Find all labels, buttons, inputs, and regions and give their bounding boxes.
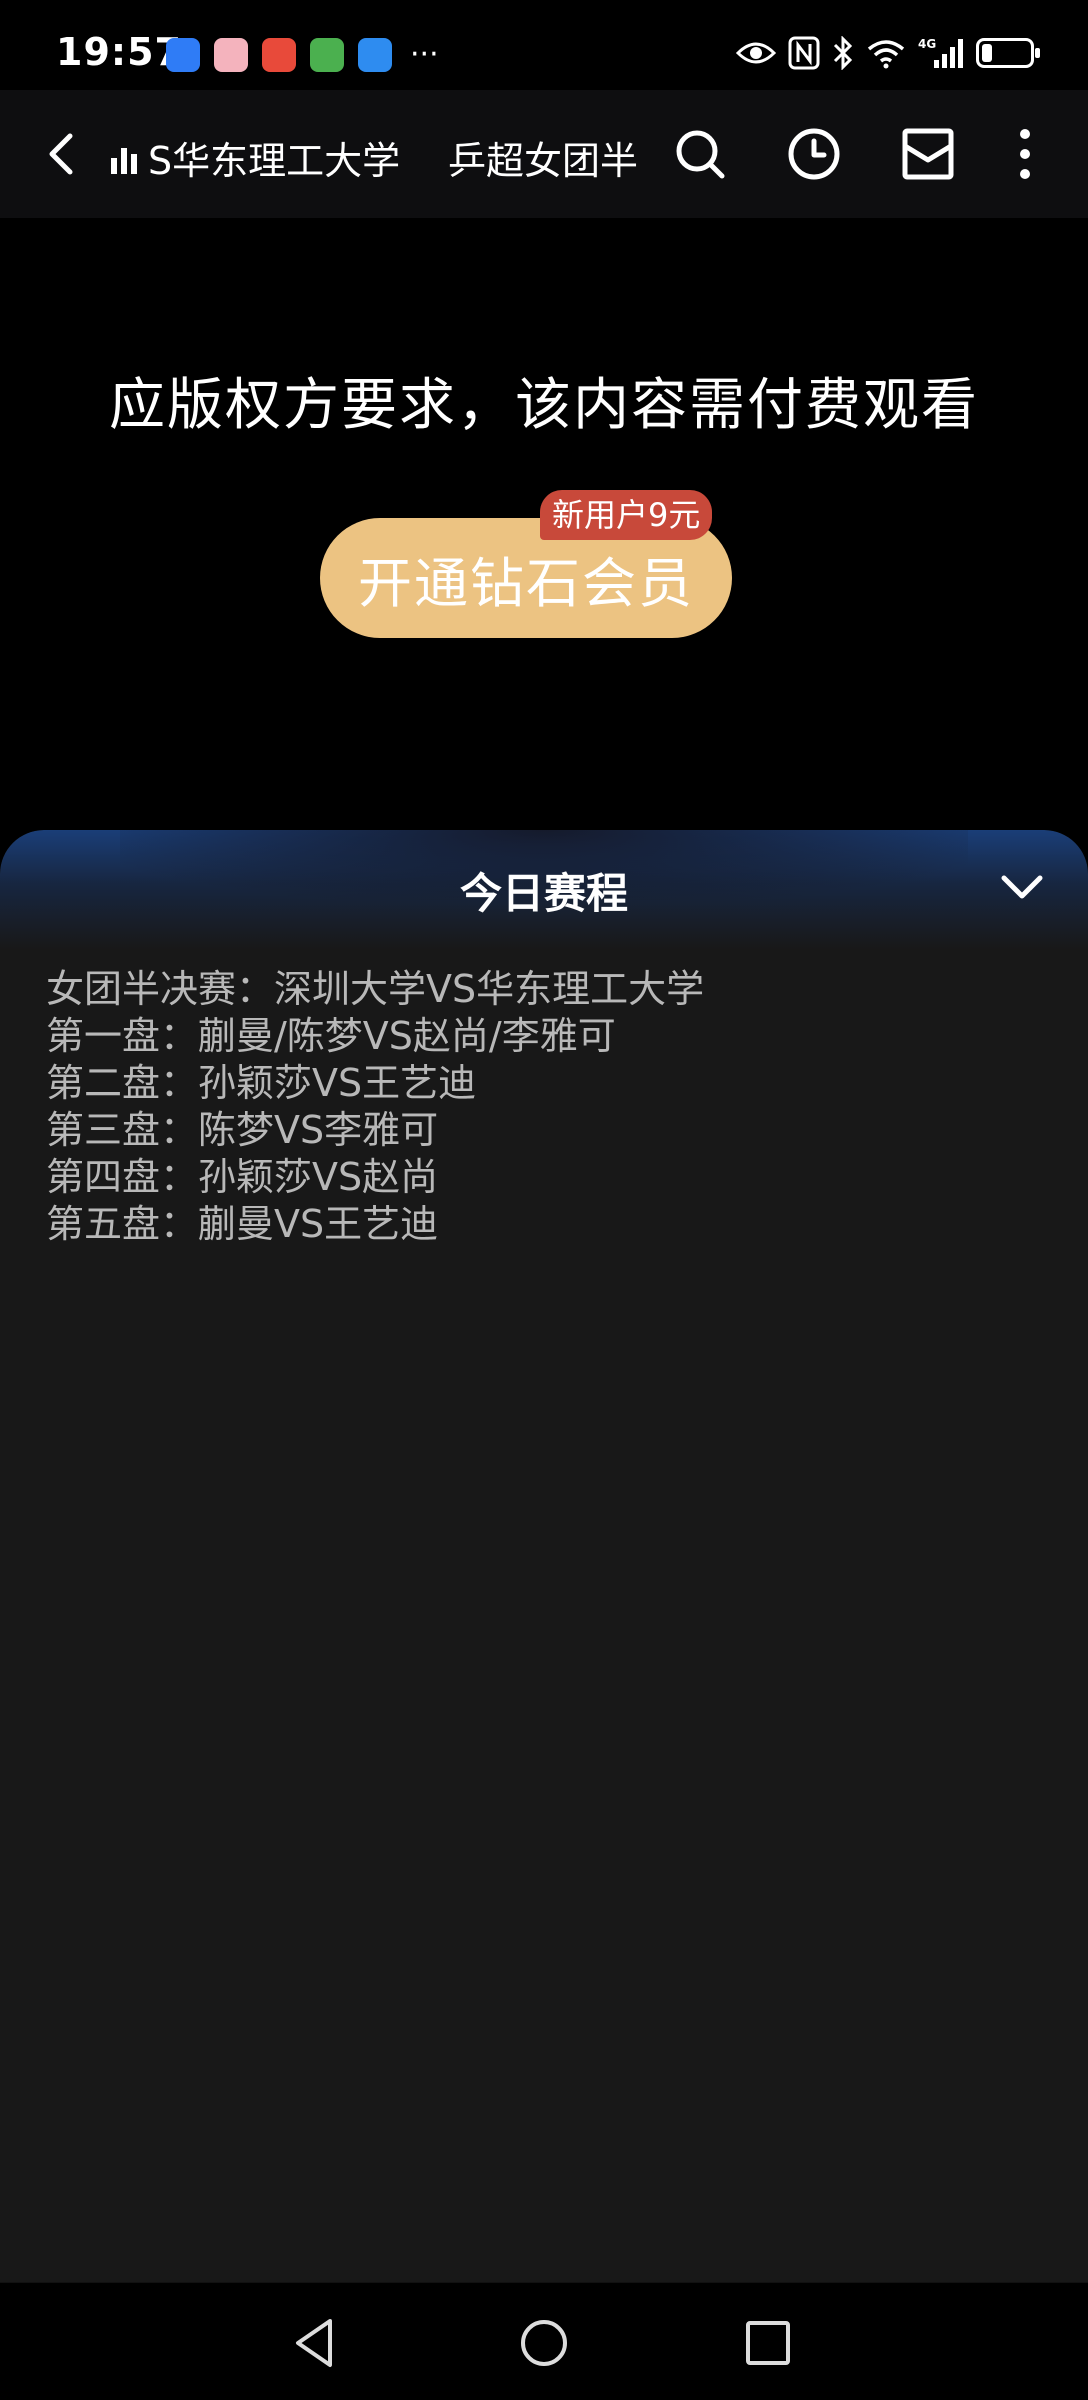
history-clock-icon[interactable] bbox=[786, 126, 842, 182]
status-time: 19:57 bbox=[56, 30, 182, 74]
nav-recents-icon[interactable] bbox=[744, 2317, 792, 2369]
new-user-promo-badge: 新用户9元 bbox=[540, 490, 713, 540]
video-player[interactable]: 应版权方要求，该内容需付费观看 开通钻石会员 新用户9元 bbox=[0, 218, 1088, 830]
schedule-item: 第一盘：蒯曼/陈梦VS赵尚/李雅可 bbox=[46, 1014, 616, 1058]
more-notifications-indicator: ··· bbox=[410, 37, 439, 72]
system-icons: 4G bbox=[736, 36, 1040, 70]
cake-app-icon bbox=[214, 38, 248, 72]
eye-icon bbox=[736, 42, 776, 64]
match-title[interactable]: 乒超女团半 bbox=[448, 130, 638, 185]
shield-app-icon bbox=[166, 38, 200, 72]
live-bars-icon bbox=[111, 148, 137, 174]
schedule-item: 第二盘：孙颖莎VS王艺迪 bbox=[46, 1061, 477, 1105]
schedule-item: 第五盘：蒯曼VS王艺迪 bbox=[46, 1202, 439, 1246]
schedule-list: 女团半决赛：深圳大学VS华东理工大学 第一盘：蒯曼/陈梦VS赵尚/李雅可 第二盘… bbox=[46, 966, 704, 1248]
network-type-label: 4G bbox=[918, 37, 936, 51]
system-nav-bar bbox=[0, 2282, 1088, 2400]
schedule-item: 第三盘：陈梦VS李雅可 bbox=[46, 1108, 439, 1152]
schedule-title: 今日赛程 bbox=[459, 869, 628, 918]
game-app-icon bbox=[310, 38, 344, 72]
chevron-down-icon[interactable] bbox=[998, 870, 1046, 906]
cellular-signal-icon: 4G bbox=[918, 37, 963, 68]
channel-title[interactable]: S华东理工大学 bbox=[148, 130, 400, 185]
emoji-app-icon bbox=[262, 38, 296, 72]
search-icon[interactable] bbox=[672, 126, 728, 182]
wifi-icon bbox=[867, 40, 905, 69]
notification-icons: ··· bbox=[166, 38, 439, 72]
paywall-message: 应版权方要求，该内容需付费观看 bbox=[109, 373, 979, 438]
nav-home-icon[interactable] bbox=[518, 2317, 570, 2369]
schedule-item: 第四盘：孙颖莎VS赵尚 bbox=[46, 1155, 439, 1199]
more-menu-icon[interactable] bbox=[1000, 126, 1056, 182]
top-nav-bar: S华东理工大学 乒超女团半 bbox=[0, 90, 1088, 218]
nav-back-icon[interactable] bbox=[290, 2317, 340, 2369]
battery-level bbox=[982, 44, 992, 62]
schedule-sheet: 今日赛程 女团半决赛：深圳大学VS华东理工大学 第一盘：蒯曼/陈梦VS赵尚/李雅… bbox=[0, 830, 1088, 2282]
bluetooth-icon bbox=[833, 36, 853, 70]
nfc-icon bbox=[788, 36, 820, 70]
back-icon[interactable] bbox=[40, 128, 84, 180]
app-screen: 19:57 ··· 4G S华东理工大学 乒超女团半 应版权方要求，该内容需付费… bbox=[0, 0, 1088, 2400]
schedule-item: 女团半决赛：深圳大学VS华东理工大学 bbox=[46, 967, 705, 1011]
inbox-icon[interactable] bbox=[900, 126, 956, 182]
status-bar: 19:57 ··· 4G bbox=[0, 0, 1088, 90]
battery-icon bbox=[976, 38, 1040, 68]
cloud-app-icon bbox=[358, 38, 392, 72]
